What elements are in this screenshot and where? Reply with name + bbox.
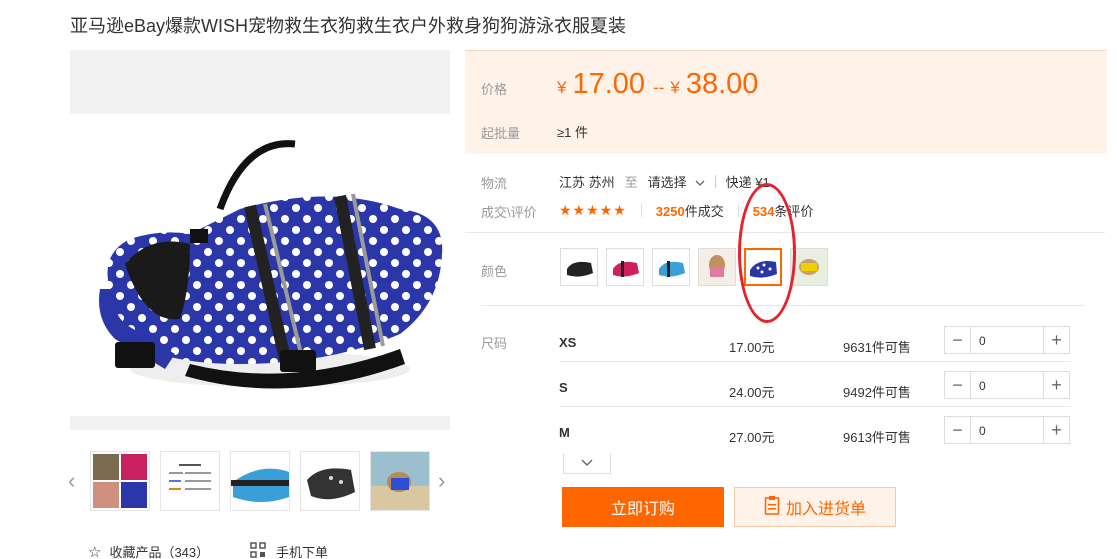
currency-symbol: ¥ <box>557 78 567 97</box>
quantity-stepper: − 0 + <box>944 371 1070 399</box>
price-range: ¥ 17.00 -- ¥ 38.00 <box>557 68 758 101</box>
destination-label: 请选择 <box>647 175 687 190</box>
buy-now-button[interactable]: 立即订购 <box>562 487 724 527</box>
thumbnail-blue-jacket[interactable] <box>230 451 290 511</box>
size-stock: 9492件可售 <box>843 385 911 400</box>
clipboard-icon <box>764 495 780 520</box>
deal-count: 3250 <box>655 204 685 219</box>
thumbnail-black-jacket[interactable] <box>300 451 360 511</box>
quantity-input[interactable]: 0 <box>971 372 1043 398</box>
size-row: M 27.00元 9613件可售 − 0 + <box>559 416 1071 457</box>
product-title: 亚马逊eBay爆款WISH宠物救生衣狗救生衣户外救身狗狗游泳衣服夏装 <box>70 16 627 36</box>
plus-button[interactable]: + <box>1043 417 1069 443</box>
rating-stars: ★★★★★ <box>559 202 627 218</box>
logistics-divider <box>714 175 716 188</box>
moq-value: ≥1 件 <box>557 125 588 140</box>
annotation-circle <box>738 183 796 323</box>
chevron-down-icon <box>581 458 593 470</box>
logistics-row: 江苏 苏州 至 请选择 快递 ¥1 <box>559 172 770 191</box>
mobile-label: 手机下单 <box>276 545 329 559</box>
price-min: 17.00 <box>572 68 646 100</box>
quantity-stepper: − 0 + <box>944 416 1070 444</box>
color-swatch-blue[interactable] <box>652 248 690 286</box>
origin-city: 江苏 苏州 <box>559 175 615 190</box>
logistics-label: 物流 <box>481 176 508 191</box>
minus-button[interactable]: − <box>945 327 971 353</box>
minus-button[interactable]: − <box>945 417 971 443</box>
thumb-prev-arrow[interactable]: ‹ <box>68 468 75 494</box>
life-jacket-photo <box>70 114 450 416</box>
size-stock: 9613件可售 <box>843 430 911 445</box>
quantity-stepper: − 0 + <box>944 326 1070 354</box>
size-row-divider <box>559 406 1071 407</box>
size-code: XS <box>559 335 577 350</box>
destination-select[interactable]: 请选择 <box>648 172 705 191</box>
to-text: 至 <box>624 175 638 190</box>
quantity-input[interactable]: 0 <box>971 327 1043 353</box>
size-price: 27.00元 <box>729 430 775 445</box>
thumbnail-size-chart[interactable] <box>160 451 220 511</box>
deal-suffix: 件成交 <box>684 204 724 219</box>
deals-divider <box>640 204 642 217</box>
size-price: 17.00元 <box>729 340 775 355</box>
add-to-list-label: 加入进货单 <box>785 501 866 518</box>
size-code: S <box>559 380 568 395</box>
thumbnail-collage[interactable] <box>90 451 150 511</box>
color-swatch-black[interactable] <box>560 248 598 286</box>
price-label: 价格 <box>481 82 508 97</box>
color-swatch-red[interactable] <box>606 248 644 286</box>
size-code: M <box>559 425 570 440</box>
price-separator: -- <box>653 78 665 97</box>
size-row-divider <box>559 361 1071 362</box>
deals-label: 成交\评价 <box>481 205 537 220</box>
add-to-list-button[interactable]: 加入进货单 <box>734 487 896 527</box>
color-swatch-pink[interactable] <box>698 248 736 286</box>
deal-count-link[interactable]: 3250件成交 <box>656 201 724 220</box>
favorite-label: 收藏产品（343） <box>109 545 210 559</box>
mobile-order-button[interactable]: 手机下单 <box>250 542 328 559</box>
currency-symbol-max: ¥ <box>670 78 680 97</box>
price-max: 38.00 <box>685 68 759 100</box>
deals-divider-2 <box>737 204 739 217</box>
minus-button[interactable]: − <box>945 372 971 398</box>
plus-button[interactable]: + <box>1043 327 1069 353</box>
plus-button[interactable]: + <box>1043 372 1069 398</box>
main-product-image[interactable] <box>70 50 450 430</box>
favorite-product-button[interactable]: ☆ 收藏产品（343） <box>88 542 209 559</box>
quantity-input[interactable]: 0 <box>971 417 1043 443</box>
size-label: 尺码 <box>481 336 508 351</box>
size-price: 24.00元 <box>729 385 775 400</box>
thumbnail-dog-photo[interactable] <box>370 451 430 511</box>
color-label: 颜色 <box>481 264 508 279</box>
size-stock: 9631件可售 <box>843 340 911 355</box>
chevron-down-icon <box>695 174 705 189</box>
star-outline-icon: ☆ <box>88 543 102 559</box>
qr-code-icon <box>250 542 266 559</box>
expand-sizes-toggle[interactable] <box>563 453 611 474</box>
moq-label: 起批量 <box>481 126 521 141</box>
thumb-next-arrow[interactable]: › <box>438 468 445 494</box>
